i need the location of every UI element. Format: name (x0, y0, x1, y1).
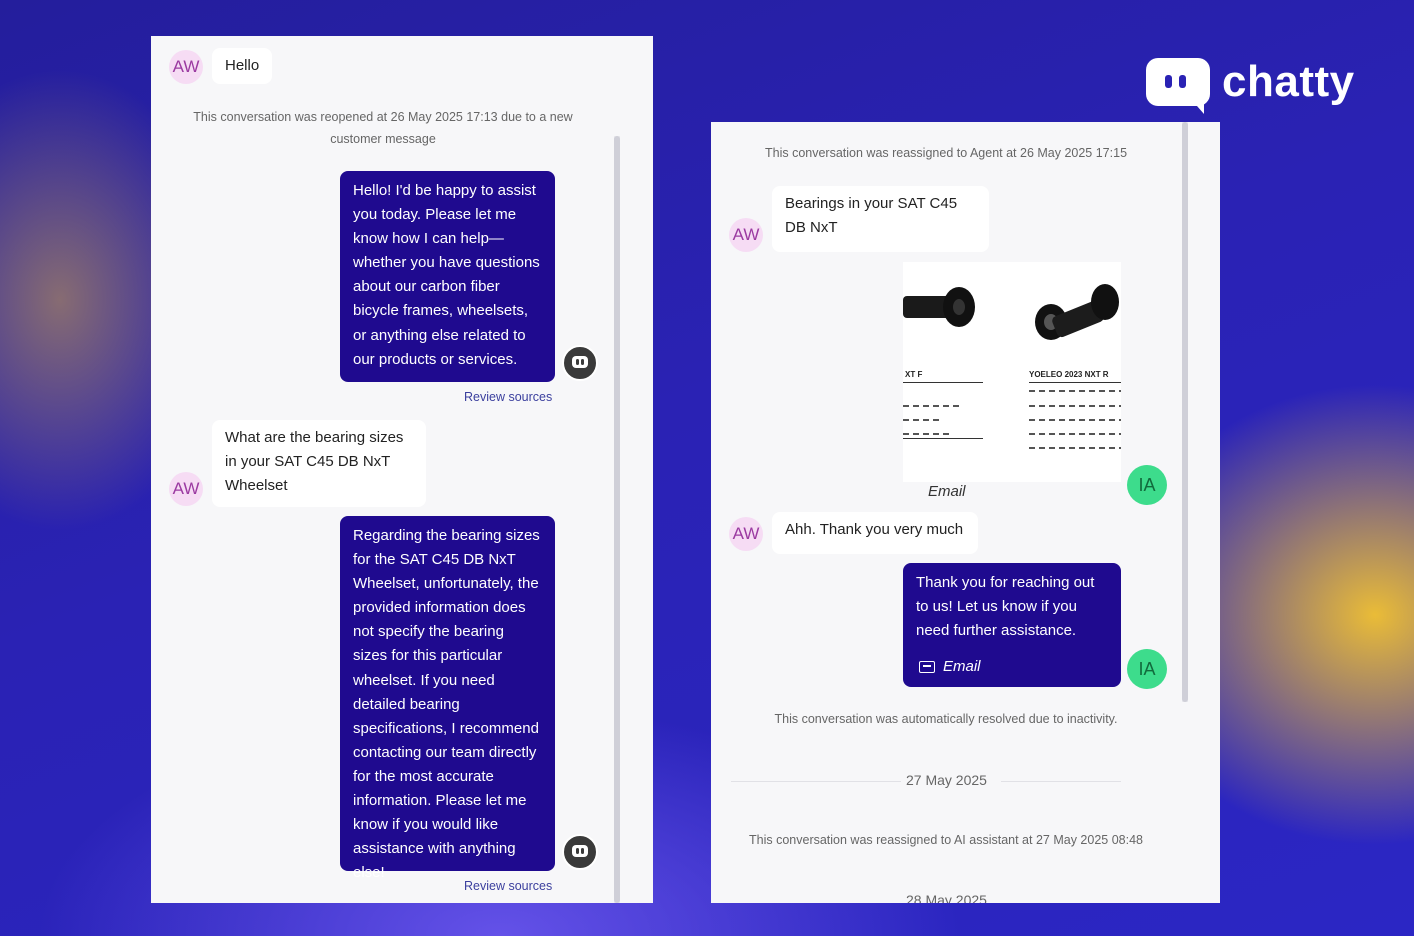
attachment-image[interactable]: XT F YOELEO 2023 NXT R (903, 262, 1121, 482)
avatar: AW (729, 218, 763, 252)
system-notice: This conversation was automatically reso… (774, 712, 1118, 726)
review-sources-link[interactable]: Review sources (464, 390, 552, 404)
channel-indicator: Email (919, 655, 981, 679)
chatty-logo-icon (1146, 58, 1210, 114)
avatar: AW (729, 517, 763, 551)
agent-message: Thank you for reaching out to us! Let us… (903, 563, 1121, 687)
scrollbar-thumb[interactable] (614, 136, 620, 903)
user-message: What are the bearing sizes in your SAT C… (212, 420, 426, 507)
bot-icon (562, 345, 598, 381)
system-notice: This conversation was reopened at 26 May… (193, 110, 573, 146)
user-message: Ahh. Thank you very much (772, 512, 978, 554)
review-sources-link[interactable]: Review sources (464, 879, 552, 893)
mail-icon (919, 661, 935, 674)
attachment-caption: Email (928, 483, 966, 500)
spec-title: XT F (905, 370, 923, 379)
agent-avatar: IA (1127, 465, 1167, 505)
agent-message-text: Thank you for reaching out to us! Let us… (916, 574, 1095, 640)
user-message: Bearings in your SAT C45 DB NxT (772, 186, 989, 252)
avatar: AW (169, 50, 203, 84)
date-separator: 27 May 2025 (906, 772, 987, 788)
conversation-panel-right[interactable]: This conversation was reassigned to Agen… (711, 122, 1220, 903)
agent-avatar: IA (1127, 649, 1167, 689)
scrollbar-thumb[interactable] (1182, 122, 1188, 702)
brand-name: chatty (1222, 57, 1355, 106)
conversation-panel-left[interactable]: AW Hello This conversation was reopened … (151, 36, 653, 903)
spec-title: YOELEO 2023 NXT R (1029, 370, 1109, 379)
bot-icon (562, 834, 598, 870)
date-separator: 28 May 2025 (906, 892, 987, 903)
chatty-logo: chatty (1146, 54, 1355, 114)
ai-message: Regarding the bearing sizes for the SAT … (340, 516, 555, 881)
user-message: Hello (212, 48, 272, 84)
system-notice: This conversation was reassigned to Agen… (764, 146, 1128, 160)
hub-image (1035, 284, 1119, 340)
system-notice: This conversation was reassigned to AI a… (749, 833, 1143, 847)
channel-label: Email (943, 658, 981, 675)
avatar: AW (169, 472, 203, 506)
ai-message: Hello! I'd be happy to assist you today.… (340, 171, 555, 382)
hub-image (903, 287, 975, 327)
